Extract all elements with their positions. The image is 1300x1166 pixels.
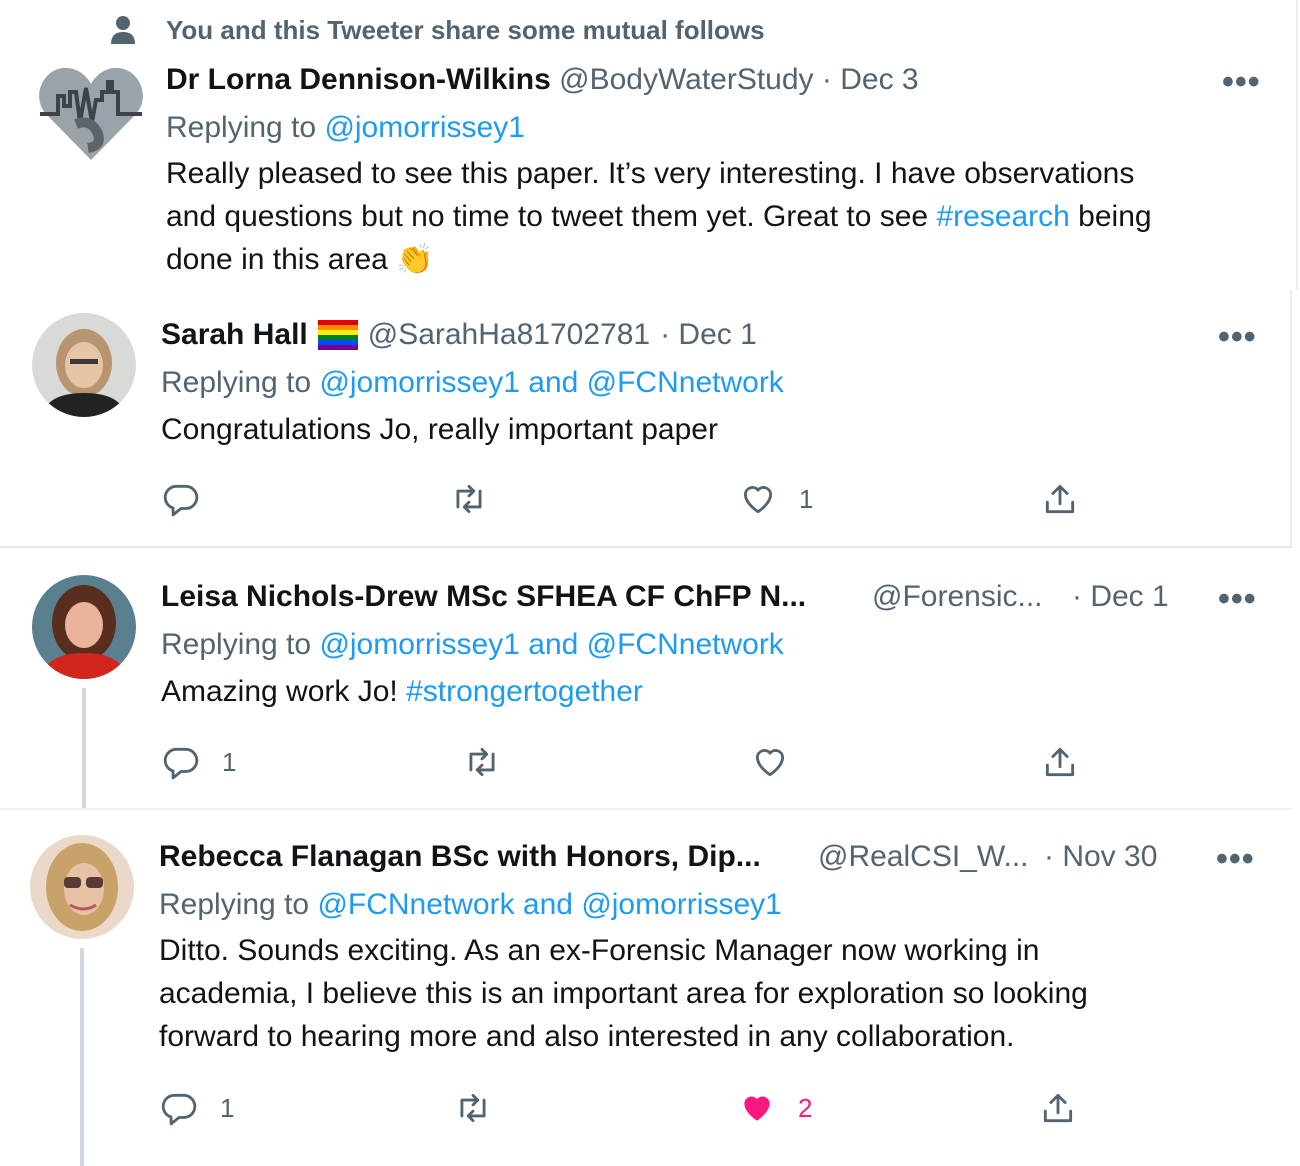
tweet-date[interactable]: · Dec 1 bbox=[660, 317, 757, 353]
author-name[interactable]: Rebecca Flanagan BSc with Honors, Dip... bbox=[159, 840, 761, 873]
reply-button[interactable]: 1 bbox=[162, 743, 236, 781]
tweet-date[interactable]: · Dec 3 bbox=[822, 63, 919, 96]
share-icon bbox=[1045, 484, 1075, 514]
like-button[interactable] bbox=[751, 743, 811, 781]
hashtag-link[interactable]: #strongertogether bbox=[406, 675, 643, 708]
tweet-header: Dr Lorna Dennison-Wilkins @BodyWaterStud… bbox=[166, 62, 919, 98]
thread-line bbox=[80, 948, 84, 1166]
tweet-text: Really pleased to see this paper. It’s v… bbox=[166, 152, 1276, 281]
reply-count: 1 bbox=[222, 746, 237, 777]
share-icon bbox=[1043, 1093, 1073, 1123]
avatar-leisa[interactable] bbox=[32, 575, 136, 679]
thread-line bbox=[82, 688, 86, 808]
tweet-text-line: done in this area 👏 bbox=[166, 238, 1276, 281]
like-count: 2 bbox=[798, 1092, 813, 1123]
replying-label: Replying to bbox=[161, 628, 312, 661]
tweet-text-segment: and questions but no time to tweet them … bbox=[166, 200, 937, 233]
like-count: 1 bbox=[799, 483, 814, 514]
person-icon bbox=[111, 16, 135, 44]
clap-emoji: 👏 bbox=[396, 243, 434, 276]
more-button[interactable]: ••• bbox=[1216, 842, 1255, 876]
tweet-text-segment: being bbox=[1069, 200, 1152, 233]
replying-to-link[interactable]: @jomorrissey1 and @FCNnetwork bbox=[319, 628, 783, 661]
reply-count: 1 bbox=[220, 1092, 235, 1123]
tweet-header: Rebecca Flanagan BSc with Honors, Dip... bbox=[159, 839, 761, 875]
tweet-divider bbox=[0, 808, 1292, 810]
tweet-divider bbox=[0, 546, 1292, 548]
share-button[interactable] bbox=[1039, 1089, 1077, 1127]
tweet-header: Sarah Hall @SarahHa81702781 · Dec 1 bbox=[161, 317, 757, 353]
replying-to-link[interactable]: @jomorrissey1 and @FCNnetwork bbox=[319, 366, 783, 399]
share-button[interactable] bbox=[1041, 480, 1079, 518]
tweet-text: Amazing work Jo! #strongertogether bbox=[161, 670, 643, 713]
tweet-date[interactable]: · Nov 30 bbox=[1044, 839, 1157, 875]
avatar-rebecca[interactable] bbox=[30, 835, 134, 939]
replying-to: Replying to @jomorrissey1 and @FCNnetwor… bbox=[161, 627, 784, 663]
tweet-text: Congratulations Jo, really important pap… bbox=[161, 413, 718, 446]
social-context-text: You and this Tweeter share some mutual f… bbox=[166, 14, 765, 45]
more-button[interactable]: ••• bbox=[1218, 320, 1257, 354]
replying-to-link[interactable]: @jomorrissey1 bbox=[324, 111, 525, 144]
like-button[interactable]: 1 bbox=[739, 480, 813, 518]
social-context: You and this Tweeter share some mutual f… bbox=[108, 14, 765, 46]
replying-label: Replying to bbox=[161, 366, 312, 399]
author-handle[interactable]: @Forensic... bbox=[872, 579, 1043, 615]
author-handle[interactable]: @SarahHa81702781 bbox=[368, 317, 650, 353]
retweet-button[interactable] bbox=[450, 480, 488, 518]
tweet-text-segment: Amazing work Jo! bbox=[161, 675, 407, 708]
share-icon bbox=[1045, 747, 1075, 777]
avatar-photo bbox=[32, 575, 136, 679]
reply-icon bbox=[163, 484, 199, 517]
tweet-right-border bbox=[1290, 290, 1292, 546]
author-name[interactable]: Sarah Hall bbox=[161, 317, 308, 353]
tweet-right-border bbox=[1296, 0, 1298, 290]
replying-to: Replying to @FCNnetwork and @jomorrissey… bbox=[159, 887, 782, 923]
retweet-icon bbox=[460, 1093, 486, 1123]
retweet-icon bbox=[456, 484, 482, 514]
replying-label: Replying to bbox=[159, 888, 310, 921]
avatar-photo bbox=[32, 313, 136, 417]
reply-icon bbox=[161, 1093, 197, 1126]
heart-filled-icon bbox=[744, 1096, 770, 1121]
replying-to-link[interactable]: @FCNnetwork and @jomorrissey1 bbox=[317, 888, 781, 921]
author-handle[interactable]: @RealCSI_W... bbox=[818, 839, 1029, 875]
heart-icon bbox=[743, 486, 773, 514]
avatar-lorna[interactable] bbox=[36, 62, 146, 166]
replying-to: Replying to @jomorrissey1 bbox=[166, 110, 525, 146]
author-name[interactable]: Dr Lorna Dennison-Wilkins bbox=[166, 63, 551, 96]
retweet-icon bbox=[469, 747, 495, 777]
tweet-text-line: and questions but no time to tweet them … bbox=[166, 195, 1276, 238]
replying-label: Replying to bbox=[166, 111, 317, 144]
share-button[interactable] bbox=[1041, 743, 1079, 781]
avatar-photo bbox=[30, 835, 134, 939]
tweet-text-line: Ditto. Sounds exciting. As an ex-Forensi… bbox=[159, 934, 1040, 967]
more-button[interactable]: ••• bbox=[1222, 65, 1261, 99]
avatar-sarah[interactable] bbox=[32, 313, 136, 417]
tweet-date[interactable]: · Dec 1 bbox=[1072, 579, 1169, 615]
like-button[interactable]: 2 bbox=[738, 1089, 812, 1127]
tweet-text-line: Really pleased to see this paper. It’s v… bbox=[166, 157, 1135, 190]
more-button[interactable]: ••• bbox=[1218, 582, 1257, 616]
tweet-text-line: forward to hearing more and also interes… bbox=[159, 1020, 1015, 1053]
hashtag-link[interactable]: #research bbox=[936, 200, 1069, 233]
author-handle[interactable]: @BodyWaterStudy bbox=[559, 63, 813, 96]
heart-logo-icon bbox=[39, 67, 143, 160]
tweet-header: Leisa Nichols-Drew MSc SFHEA CF ChFP N..… bbox=[161, 579, 806, 615]
author-name[interactable]: Leisa Nichols-Drew MSc SFHEA CF ChFP N..… bbox=[161, 580, 806, 613]
heart-icon bbox=[755, 749, 785, 777]
tweet-text-line: academia, I believe this is an important… bbox=[159, 977, 1088, 1010]
rainbow-flag-icon bbox=[317, 320, 358, 350]
reply-button[interactable] bbox=[162, 480, 222, 518]
retweet-button[interactable] bbox=[454, 1089, 492, 1127]
tweet-text-segment: done in this area bbox=[166, 243, 388, 276]
tweet-text: Ditto. Sounds exciting. As an ex-Forensi… bbox=[159, 929, 1088, 1058]
replying-to: Replying to @jomorrissey1 and @FCNnetwor… bbox=[161, 365, 784, 401]
retweet-button[interactable] bbox=[463, 743, 501, 781]
reply-icon bbox=[163, 747, 199, 780]
reply-button[interactable]: 1 bbox=[160, 1089, 234, 1127]
